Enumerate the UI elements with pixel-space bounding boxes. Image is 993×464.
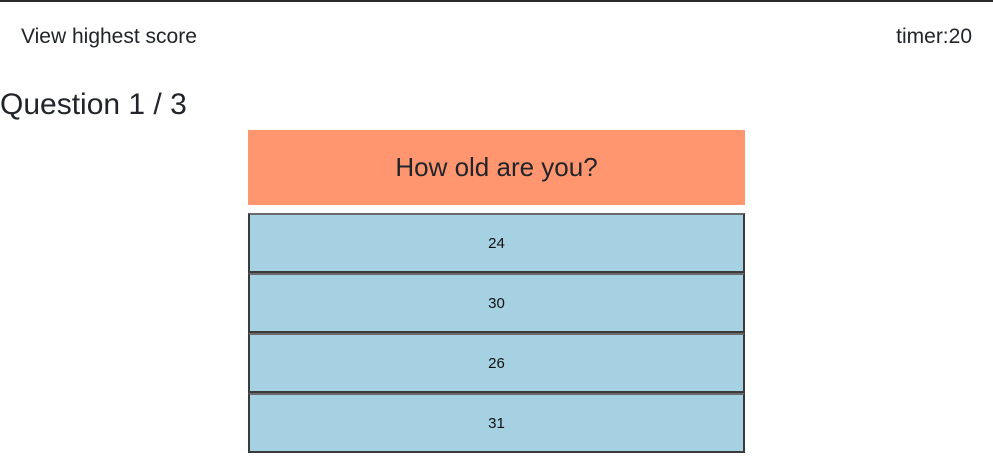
answer-option-1[interactable]: 24: [248, 213, 745, 273]
question-text: How old are you?: [395, 152, 598, 182]
header-bar: View highest score timer:20: [0, 2, 993, 72]
answer-option-4[interactable]: 31: [248, 393, 745, 453]
answer-option-3[interactable]: 26: [248, 333, 745, 393]
question-counter: Question 1 / 3: [0, 88, 187, 121]
question-card: How old are you?: [248, 130, 745, 205]
view-highest-score-link[interactable]: View highest score: [21, 24, 197, 50]
timer-label: timer:20: [896, 25, 972, 48]
answer-option-2[interactable]: 30: [248, 273, 745, 333]
answer-list: 24 30 26 31: [248, 213, 745, 453]
